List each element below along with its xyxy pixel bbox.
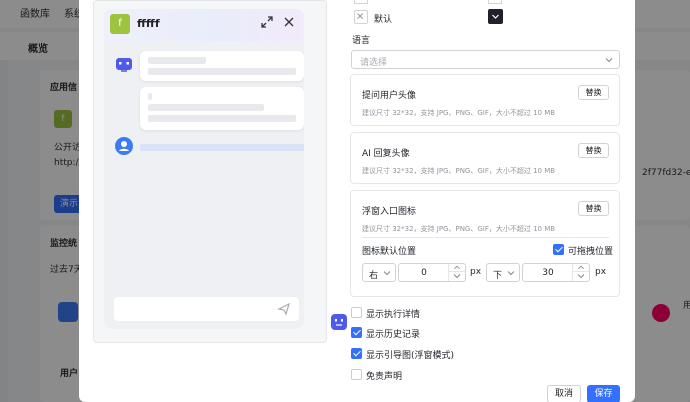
- replace-ask-avatar-button[interactable]: 替换: [578, 85, 609, 100]
- send-icon[interactable]: [277, 302, 291, 316]
- float-icon-title: 浮窗入口图标: [362, 207, 417, 217]
- ask-avatar-hint: 建议尺寸 32*32，支持 JPG、PNG、GIF，大小不超过 10 MB: [362, 109, 556, 117]
- skeleton-line: [148, 93, 152, 100]
- default-color-swatch[interactable]: [354, 10, 368, 24]
- cancel-button[interactable]: 取消: [547, 385, 581, 402]
- decrement-icon[interactable]: [449, 272, 465, 280]
- clear-color-icon: [357, 13, 364, 20]
- float-entry-icon: [331, 314, 347, 330]
- language-label: 语言: [352, 36, 371, 46]
- position-label: 图标默认位置: [362, 247, 417, 257]
- vertical-offset-stepper: [572, 264, 589, 281]
- chevron-down-icon: [383, 271, 391, 276]
- show-guide-label: 显示引导图(浮窗模式): [366, 351, 455, 361]
- color-swatch-top-2: [488, 0, 502, 4]
- dark-color-swatch[interactable]: [488, 9, 503, 24]
- user-message-skeleton: [140, 144, 304, 151]
- skeleton-line: [148, 68, 296, 75]
- chat-preview-header: f fffff: [104, 9, 304, 41]
- chevron-down-icon: [507, 271, 515, 276]
- language-placeholder: 请选择: [360, 58, 388, 68]
- float-icon-hint: 建议尺寸 32*32，支持 JPG、PNG、GIF，大小不超过 10 MB: [362, 225, 556, 233]
- decrement-icon[interactable]: [573, 272, 589, 280]
- disclaimer-label: 免责声明: [366, 372, 403, 382]
- user-icon: [119, 141, 129, 151]
- increment-icon[interactable]: [573, 264, 589, 272]
- horizontal-offset-stepper: [448, 264, 465, 281]
- app-logo: f: [110, 14, 130, 34]
- increment-icon[interactable]: [449, 264, 465, 272]
- show-execution-details-label: 显示执行详情: [366, 310, 421, 320]
- color-swatch-top: [354, 0, 368, 4]
- close-icon[interactable]: [282, 15, 296, 29]
- bot-message-bubble: [140, 87, 304, 130]
- app-title: fffff: [137, 17, 160, 30]
- user-avatar: [115, 137, 133, 155]
- bot-message-bubble: [140, 51, 304, 81]
- chevron-down-icon: [605, 58, 613, 63]
- ai-avatar-panel: AI 回复头像 替换 建议尺寸 32*32，支持 JPG、PNG、GIF，大小不…: [350, 132, 620, 184]
- show-execution-details-checkbox[interactable]: [351, 307, 362, 318]
- chat-input[interactable]: [114, 297, 299, 321]
- horizontal-unit: px: [470, 267, 482, 277]
- skeleton-line: [148, 104, 264, 111]
- draggable-label: 可拖拽位置: [568, 247, 614, 257]
- ai-avatar-title: AI 回复头像: [362, 149, 410, 159]
- save-button[interactable]: 保存: [587, 385, 620, 402]
- chevron-down-icon: [492, 14, 499, 19]
- vertical-anchor-value: 下: [493, 271, 503, 281]
- horizontal-offset-input[interactable]: 0: [398, 263, 466, 282]
- display-settings-dialog: f fffff 默认 语言 请选择 提问用户头像 替换 建议尺寸 32*32，支…: [79, 0, 635, 402]
- default-label: 默认: [374, 15, 393, 25]
- show-guide-checkbox[interactable]: [351, 348, 362, 359]
- chat-preview-window: f fffff: [104, 9, 304, 329]
- show-history-label: 显示历史记录: [366, 330, 421, 340]
- vertical-offset-value: 30: [542, 268, 554, 278]
- vertical-unit: px: [595, 267, 607, 277]
- draggable-checkbox[interactable]: [553, 244, 564, 255]
- show-history-checkbox[interactable]: [351, 327, 362, 338]
- vertical-offset-input[interactable]: 30: [522, 263, 590, 282]
- skeleton-line: [148, 57, 206, 64]
- replace-ai-avatar-button[interactable]: 替换: [578, 143, 609, 158]
- vertical-anchor-select[interactable]: 下: [486, 263, 520, 282]
- float-icon-panel: 浮窗入口图标 替换 建议尺寸 32*32，支持 JPG、PNG、GIF，大小不超…: [350, 190, 620, 297]
- horizontal-anchor-select[interactable]: 右: [362, 263, 396, 282]
- replace-float-icon-button[interactable]: 替换: [578, 201, 609, 216]
- divider: [362, 237, 609, 238]
- ai-avatar-hint: 建议尺寸 32*32，支持 JPG、PNG、GIF，大小不超过 10 MB: [362, 167, 556, 175]
- disclaimer-checkbox[interactable]: [351, 369, 362, 380]
- horizontal-anchor-value: 右: [369, 271, 379, 281]
- bot-avatar-icon: [116, 58, 132, 72]
- preview-panel: f fffff: [93, 0, 347, 343]
- skeleton-line: [148, 115, 296, 122]
- language-select[interactable]: 请选择: [351, 50, 620, 69]
- horizontal-offset-value: 0: [421, 268, 427, 278]
- expand-icon[interactable]: [260, 15, 274, 29]
- ask-avatar-title: 提问用户头像: [362, 91, 417, 101]
- ask-avatar-panel: 提问用户头像 替换 建议尺寸 32*32，支持 JPG、PNG、GIF，大小不超…: [350, 74, 620, 126]
